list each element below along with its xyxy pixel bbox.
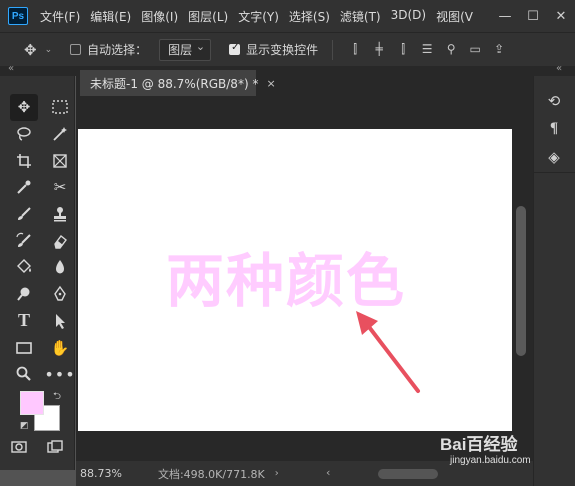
history-brush-tool-icon[interactable] [10,227,38,254]
align-right-icon[interactable]: ⫿ [391,42,415,57]
auto-select-checkbox[interactable] [70,44,82,55]
options-bar: ✥ ⌄ 自动选择： 图层 显示变换控件 ⫿ ╪ ⫿ ☰ ⚲ ▭ ⇪ [0,32,575,66]
align-horizontal-center-icon[interactable]: ╪ [367,42,391,57]
align-left-icon[interactable]: ⫿ [343,42,367,57]
expand-tools-icon[interactable]: « [8,63,14,74]
scroll-left-icon[interactable]: ‹ [326,466,330,479]
screen-mode-icon[interactable] [46,438,64,456]
horizontal-scrollbar-thumb[interactable] [378,469,438,479]
menu-filter[interactable]: 滤镜(T) [340,8,381,25]
frame-tool-icon[interactable] [46,147,74,174]
maximize-button[interactable]: ☐ [519,9,547,24]
canvas-text-layer[interactable]: 两种颜色 [166,234,406,318]
align-buttons: ⫿ ╪ ⫿ ☰ ⚲ ▭ ⇪ [343,42,511,57]
document-workspace[interactable]: 两种颜色 [76,96,513,461]
photoshop-logo[interactable]: Ps [8,7,28,25]
menu-image[interactable]: 图像(I) [141,8,178,25]
auto-select-target-value: 图层 [168,43,193,57]
paragraph-panel-icon[interactable]: ¶ [544,120,564,137]
search-icon[interactable]: ⚲ [439,42,463,57]
crop-tool-icon[interactable] [10,147,38,174]
type-tool-icon[interactable]: T [10,308,38,335]
hand-tool-icon[interactable]: ✋ [46,334,74,361]
auto-select-label: 自动选择： [87,43,148,57]
menu-bar: Ps 文件(F) 编辑(E) 图像(I) 图层(L) 文字(Y) 选择(S) 滤… [0,0,575,32]
path-selection-tool-icon[interactable] [46,308,74,335]
healing-brush-tool-icon[interactable]: ✂ [46,174,74,201]
menu-3d[interactable]: 3D(D) [391,8,426,25]
document-tab[interactable]: 未标题-1 @ 88.7%(RGB/8*) * × [80,70,276,96]
menu-type[interactable]: 文字(Y) [238,8,279,25]
clone-stamp-tool-icon[interactable] [46,201,74,228]
document-tab-title: 未标题-1 @ 88.7%(RGB/8*) * [90,76,259,91]
rectangle-tool-icon[interactable] [10,334,38,361]
swap-colors-icon[interactable]: ⮌ [53,389,61,406]
window-controls: — ☐ ✕ [491,0,575,32]
baidu-watermark: Bai百经验 jingyan.baidu.com [440,430,531,466]
collapse-panels-icon[interactable]: « [556,63,562,74]
vertical-scrollbar[interactable] [513,96,533,461]
quick-mask-icon[interactable] [10,438,28,456]
show-transform-controls-label: 显示变换控件 [246,43,319,57]
tools-panel: ✥ ✂ T ✋ ••• ⮌ ◩ [0,76,75,470]
auto-select-target-dropdown[interactable]: 图层 [159,38,212,61]
main-menu: 文件(F) 编辑(E) 图像(I) 图层(L) 文字(Y) 选择(S) 滤镜(T… [40,8,483,25]
default-colors-icon[interactable]: ◩ [20,421,29,431]
magic-wand-tool-icon[interactable] [46,121,74,148]
menu-layer[interactable]: 图层(L) [188,8,228,25]
divider [534,172,575,173]
right-panel-strip: ⟲ ¶ ◈ [533,76,575,486]
pen-tool-icon[interactable] [46,281,74,308]
close-tab-icon[interactable]: × [266,77,275,90]
more-tools-icon[interactable]: ••• [44,361,74,388]
distribute-icon[interactable]: ☰ [415,42,439,57]
eraser-tool-icon[interactable] [46,227,74,254]
chevron-down-icon[interactable]: ⌄ [45,45,53,55]
vertical-scrollbar-thumb[interactable] [516,206,526,356]
move-tool-icon[interactable]: ✥ [10,94,38,121]
menu-view[interactable]: 视图(V [436,8,473,25]
tools-bottom-row [10,438,64,456]
zoom-tool-icon[interactable] [10,361,38,388]
canvas[interactable]: 两种颜色 [78,129,512,431]
status-menu-chevron-icon[interactable]: › [275,468,279,479]
paint-bucket-tool-icon[interactable] [10,254,38,281]
foreground-color-swatch[interactable] [20,391,44,415]
brush-tool-icon[interactable] [10,201,38,228]
watermark-main-text: Bai百经验 [440,435,518,454]
annotation-arrow [356,311,420,393]
eyedropper-tool-icon[interactable] [10,174,38,201]
menu-file[interactable]: 文件(F) [40,8,80,25]
move-tool-preset-icon[interactable]: ✥ [24,41,37,59]
divider [332,39,334,60]
minimize-button[interactable]: — [491,9,519,24]
color-swatches: ⮌ ◩ [20,391,64,435]
lasso-tool-icon[interactable] [10,121,38,148]
document-size-info: 文档:498.0K/771.8K [157,467,265,481]
marquee-tool-icon[interactable] [46,94,74,121]
blur-tool-icon[interactable] [46,254,74,281]
zoom-level[interactable]: 88.73% [80,467,122,480]
history-panel-icon[interactable]: ⟲ [544,92,564,110]
layers-panel-icon[interactable]: ◈ [544,148,564,166]
menu-edit[interactable]: 编辑(E) [90,8,131,25]
share-icon[interactable]: ⇪ [487,42,511,57]
workspace-icon[interactable]: ▭ [463,42,487,57]
document-tab-bar: 未标题-1 @ 88.7%(RGB/8*) * × [76,66,533,96]
watermark-url-text: jingyan.baidu.com [450,455,531,466]
close-window-button[interactable]: ✕ [547,9,575,24]
dodge-tool-icon[interactable] [10,281,38,308]
horizontal-scrollbar[interactable]: ‹ [326,466,526,479]
tool-grid: ✥ ✂ T ✋ ••• [10,94,75,388]
show-transform-controls-checkbox[interactable] [229,42,241,55]
menu-select[interactable]: 选择(S) [289,8,330,25]
